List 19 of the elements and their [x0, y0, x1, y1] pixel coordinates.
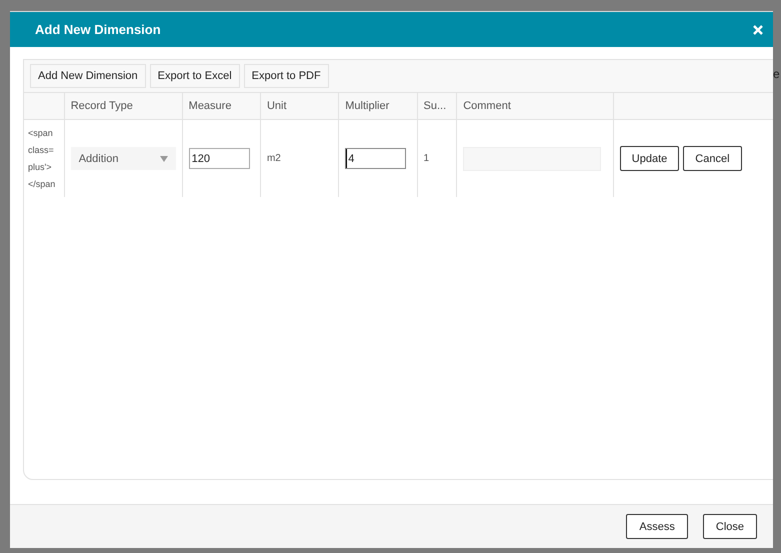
table-cell: 1 [424, 153, 430, 164]
toolbar-button[interactable]: Add New Dimension [30, 64, 146, 88]
input-field[interactable]: 4 [345, 148, 406, 169]
action-button[interactable]: Cancel [683, 146, 742, 171]
column-header[interactable]: Unit [266, 100, 287, 112]
column-header[interactable]: Comment [463, 100, 511, 112]
table-cell-text: <span class= plus'> </span [28, 126, 56, 191]
footer-button[interactable]: Close [702, 514, 757, 539]
toolbar-button[interactable]: Export to PDF [244, 64, 329, 88]
dialog-title: Add New Dimension [35, 22, 161, 37]
background-text: e [773, 67, 780, 81]
record-type-dropdown[interactable]: Addition [70, 147, 176, 170]
action-button[interactable]: Update [620, 146, 680, 171]
input-field[interactable]: 120 [188, 148, 250, 169]
dropdown-arrow-icon [160, 156, 168, 162]
footer-button[interactable]: Assess [626, 514, 688, 539]
toolbar-button[interactable]: Export to Excel [150, 64, 240, 88]
table-cell: m2 [266, 153, 281, 164]
close-icon[interactable] [753, 24, 763, 34]
